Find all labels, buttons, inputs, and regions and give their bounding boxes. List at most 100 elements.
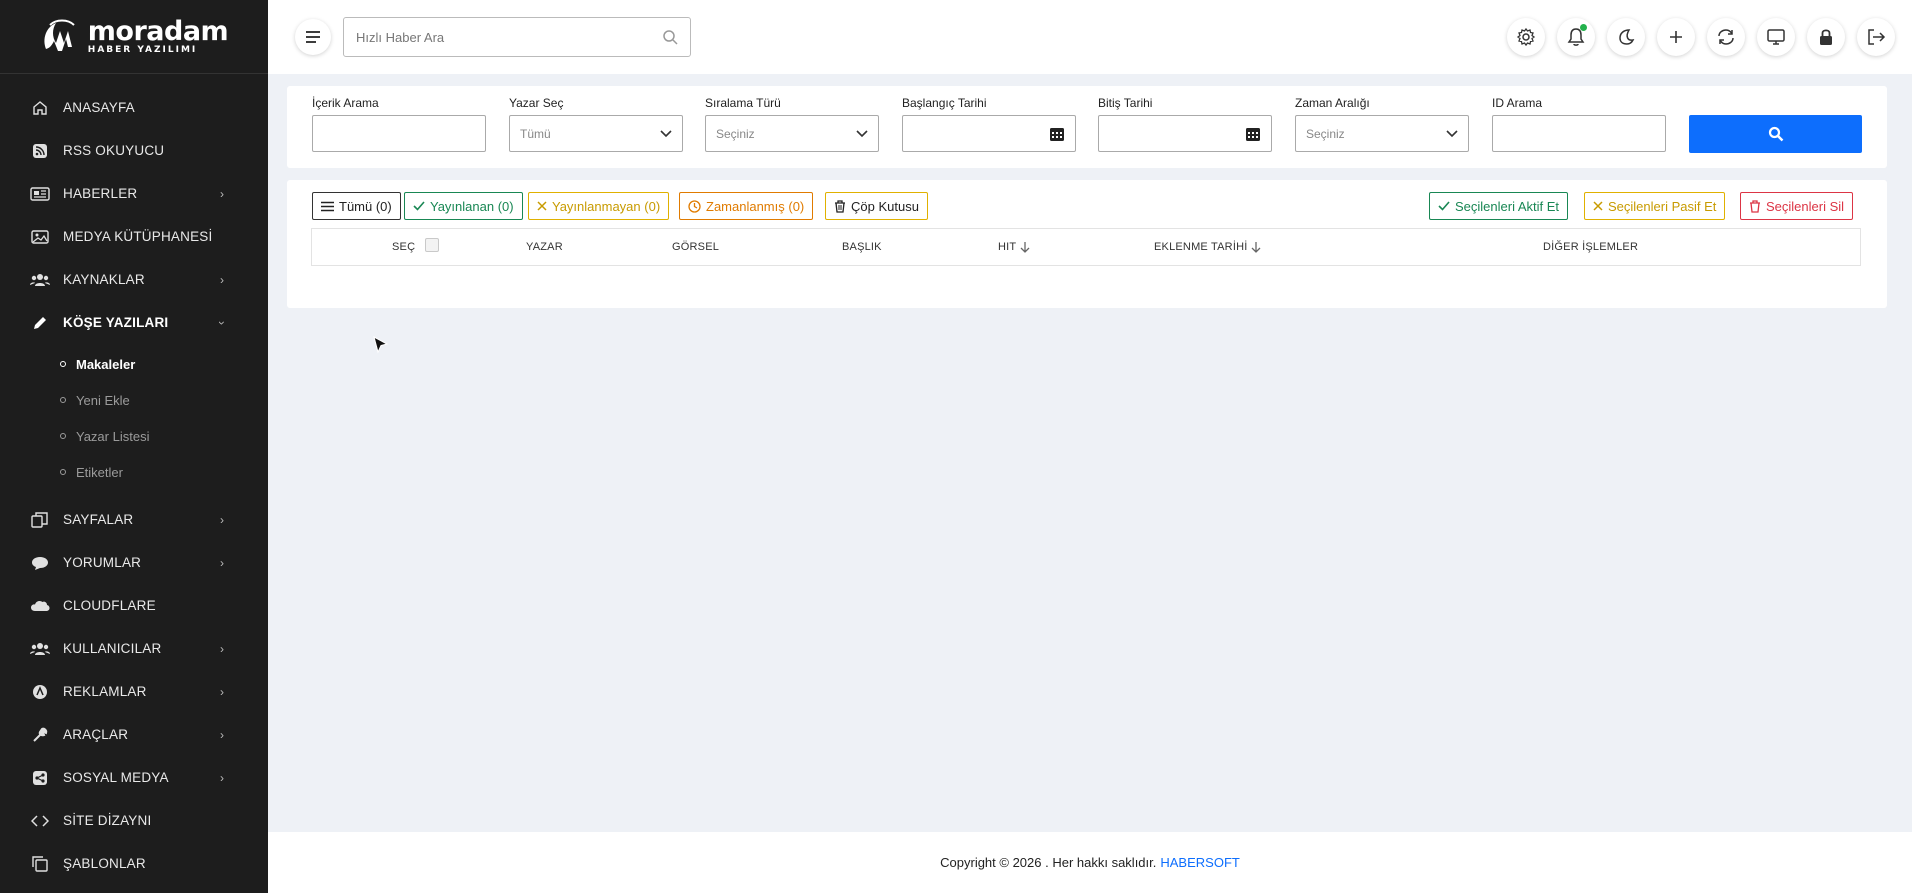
time-range-select[interactable]: Seçiniz [1295, 115, 1469, 152]
notification-dot [1580, 24, 1587, 31]
sidebar-item-sayfalar[interactable]: SAYFALAR › [0, 498, 268, 541]
sidebar-item-yorumlar[interactable]: YORUMLAR › [0, 541, 268, 584]
preview-button[interactable] [1757, 18, 1795, 56]
submenu-item-yeni-ekle[interactable]: Yeni Ekle [0, 382, 268, 418]
lock-icon [1820, 29, 1832, 45]
sidebar-item-label: SAYFALAR [63, 512, 134, 527]
comment-icon [30, 554, 50, 572]
sidebar-item-kaynaklar[interactable]: KAYNAKLAR › [0, 258, 268, 301]
submenu-item-yazar-listesi[interactable]: Yazar Listesi [0, 418, 268, 454]
sidebar-item-reklamlar[interactable]: REKLAMLAR › [0, 670, 268, 713]
sidebar-item-anasayfa[interactable]: ANASAYFA [0, 86, 268, 129]
notifications-button[interactable] [1557, 18, 1595, 56]
quick-search [343, 17, 691, 57]
column-image: GÖRSEL [672, 241, 719, 253]
sidebar-item-sablonlar[interactable]: ŞABLONLAR [0, 842, 268, 885]
page-footer: Copyright © 2026 . Her hakkı saklıdır. H… [268, 832, 1912, 893]
calendar-icon[interactable] [1049, 126, 1065, 142]
rss-icon [30, 142, 50, 160]
sidebar-item-araclar[interactable]: ARAÇLAR › [0, 713, 268, 756]
chevron-right-icon: › [220, 272, 224, 287]
filter-published-button[interactable]: Yayınlanan (0) [404, 192, 523, 220]
column-author-label: YAZAR [526, 241, 563, 253]
submenu-item-makaleler[interactable]: Makaleler [0, 346, 268, 382]
search-icon[interactable] [662, 29, 678, 45]
chevron-down-icon [856, 129, 868, 137]
sidebar-item-sosyal-medya[interactable]: SOSYAL MEDYA › [0, 756, 268, 799]
logo[interactable]: moradam HABER YAZILIMI [0, 0, 268, 74]
bullet-icon [60, 469, 66, 475]
quick-search-input[interactable] [356, 29, 662, 45]
sidebar-item-kullanicilar[interactable]: KULLANICILAR › [0, 627, 268, 670]
trash-icon [1750, 199, 1760, 213]
trash-icon [835, 199, 845, 213]
filter-trash-button[interactable]: Çöp Kutusu [825, 192, 928, 220]
column-title: BAŞLIK [842, 241, 882, 253]
column-date[interactable]: EKLENME TARİHİ [1154, 241, 1261, 253]
lock-button[interactable] [1807, 18, 1845, 56]
settings-button[interactable] [1507, 18, 1545, 56]
submenu-item-label: Makaleler [76, 356, 136, 372]
sort-select[interactable]: Seçiniz [705, 115, 879, 152]
close-icon [1593, 201, 1603, 211]
sidebar-item-label: REKLAMLAR [63, 684, 147, 699]
sidebar-item-haberler[interactable]: HABERLER › [0, 172, 268, 215]
bullet-icon [60, 361, 66, 367]
author-select[interactable]: Tümü [509, 115, 683, 152]
sidebar-item-label: KULLANICILAR [63, 641, 162, 656]
content-search-input[interactable] [312, 115, 486, 152]
select-all-checkbox[interactable] [425, 238, 440, 252]
bulk-activate-button[interactable]: Seçilenleri Aktif Et [1429, 192, 1569, 220]
filter-scheduled-button[interactable]: Zamanlanmış (0) [679, 192, 814, 220]
sort-down-icon [1020, 242, 1030, 253]
sidebar-item-label: ŞABLONLAR [63, 856, 146, 871]
top-header [268, 0, 1912, 74]
end-date-input[interactable] [1098, 115, 1272, 152]
footer-brand-link[interactable]: HABERSOFT [1160, 855, 1239, 870]
column-hit[interactable]: HIT [998, 241, 1030, 253]
check-icon [1438, 201, 1450, 211]
sidebar-item-medya[interactable]: MEDYA KÜTÜPHANESİ [0, 215, 268, 258]
articles-panel: Tümü (0) Yayınlanan (0) Yayınlanmayan (0… [287, 180, 1887, 308]
wrench-icon [30, 726, 50, 744]
ad-icon [30, 683, 50, 701]
submenu-item-label: Etiketler [76, 464, 123, 480]
filter-unpublished-button[interactable]: Yayınlanmayan (0) [528, 192, 670, 220]
sidebar-item-label: KÖŞE YAZILARI [63, 315, 169, 330]
bulk-delete-button[interactable]: Seçilenleri Sil [1740, 192, 1854, 220]
dark-mode-button[interactable] [1607, 18, 1645, 56]
logout-button[interactable] [1857, 18, 1895, 56]
image-icon [30, 228, 50, 246]
submenu-item-etiketler[interactable]: Etiketler [0, 454, 268, 490]
chevron-right-icon: › [220, 512, 224, 527]
column-actions: DİĞER İŞLEMLER [1543, 241, 1638, 253]
filter-all-button[interactable]: Tümü (0) [312, 192, 401, 220]
time-range-field: Zaman Aralığı Seçiniz [1295, 96, 1469, 152]
column-select: SEÇ [392, 238, 440, 253]
id-search-input[interactable] [1492, 115, 1666, 152]
sidebar-item-cloudflare[interactable]: CLOUDFLARE [0, 584, 268, 627]
bulk-deactivate-button[interactable]: Seçilenleri Pasif Et [1584, 192, 1726, 220]
content-search-field: İçerik Arama [312, 96, 486, 152]
sidebar-item-kose-yazilari[interactable]: KÖŞE YAZILARI › [0, 301, 268, 344]
end-date-label: Bitiş Tarihi [1098, 96, 1153, 110]
users-icon [30, 640, 50, 658]
filter-all-label: Tümü (0) [339, 198, 392, 214]
filter-search-button[interactable] [1689, 115, 1862, 153]
author-select-value: Tümü [520, 126, 551, 141]
sidebar-menu: ANASAYFA RSS OKUYUCU HABERLER › MEDYA KÜ… [0, 74, 268, 344]
sidebar-item-site-dizayni[interactable]: SİTE DİZAYNI [0, 799, 268, 842]
sidebar-item-rss[interactable]: RSS OKUYUCU [0, 129, 268, 172]
sidebar-item-label: CLOUDFLARE [63, 598, 156, 613]
add-button[interactable] [1657, 18, 1695, 56]
column-title-label: BAŞLIK [842, 241, 882, 253]
menu-toggle-button[interactable] [295, 19, 331, 55]
start-date-input[interactable] [902, 115, 1076, 152]
pages-icon [30, 511, 50, 529]
refresh-button[interactable] [1707, 18, 1745, 56]
sidebar-item-label: KAYNAKLAR [63, 272, 145, 287]
column-hit-label: HIT [998, 241, 1017, 253]
hamburger-icon [306, 31, 320, 43]
gear-icon [1516, 27, 1536, 47]
calendar-icon[interactable] [1245, 126, 1261, 142]
